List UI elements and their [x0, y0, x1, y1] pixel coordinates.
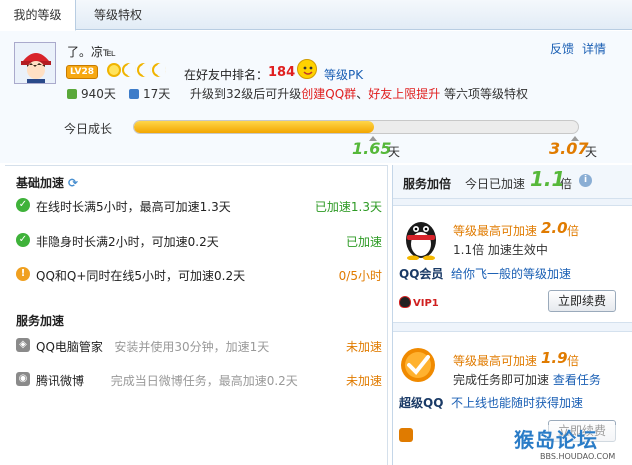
moon-icon	[122, 63, 136, 77]
current-growth-value: 1.65	[352, 139, 392, 158]
growth-progress-fill	[134, 121, 374, 133]
level-icons	[107, 63, 167, 79]
renew-member-button[interactable]: 立即续费	[548, 290, 616, 312]
detail-link[interactable]: 详情	[582, 40, 606, 57]
tab-level-privileges[interactable]: 等级特权	[90, 0, 146, 31]
max-growth-unit: 天	[585, 145, 598, 159]
super-max-label: 等级最高可加速	[453, 354, 538, 368]
moon-icon	[137, 63, 151, 77]
service-name[interactable]: 腾讯微博	[36, 374, 84, 388]
refresh-icon[interactable]: ⟳	[68, 176, 78, 190]
moon-icon	[152, 63, 166, 77]
watermark-url: BBS.HOUDAO.COM	[540, 452, 616, 461]
sun-icon	[107, 63, 121, 77]
privilege-friend-limit: 好友上限提升	[368, 87, 441, 101]
row-status: 未加速	[345, 340, 382, 354]
basic-row-visible: ✓ 非隐身时长满2小时，可加速0.2天 已加速	[16, 231, 382, 251]
row-status: 0/5小时	[338, 269, 382, 283]
basic-row-online: ✓ 在线时长满5小时，最高可加速1.3天 已加速1.3天	[16, 196, 382, 216]
tab-bar: 我的等级 等级特权	[0, 0, 632, 31]
member-max-label: 等级最高可加速	[453, 224, 538, 238]
qq-member-card: 等级最高可加速 2.0 倍 1.1倍 加速生效中 QQ会员 给你飞一般的等级加速…	[393, 205, 632, 323]
penguin-icon	[399, 296, 411, 308]
total-days-stat: 940天	[67, 85, 116, 102]
service-name[interactable]: QQ电脑管家	[36, 340, 103, 354]
calendar-icon	[67, 89, 77, 99]
rank-label: 在好友中排名：	[184, 68, 269, 82]
qq-member-link[interactable]: 给你飞一般的等级加速	[451, 265, 571, 282]
super-max-unit: 倍	[567, 354, 580, 368]
privilege-create-group: 创建QQ群	[301, 87, 357, 101]
clock-icon	[129, 89, 139, 99]
service-row-weibo: ◉ 腾讯微博 完成当日微博任务，最高加速0.2天 未加速	[16, 370, 382, 390]
level-pk-link[interactable]: 等级PK	[324, 66, 363, 83]
view-tasks-link[interactable]: 查看任务	[553, 373, 601, 387]
growth-progress-bar	[133, 120, 579, 134]
super-task-hint: 完成任务即可加速	[453, 373, 550, 387]
vip-badge: VIP1	[399, 296, 439, 309]
level-badge: LV28	[66, 65, 98, 79]
super-qq-badge-icon	[399, 428, 413, 442]
rank-value: 184	[268, 65, 296, 80]
shield-icon: ◈	[16, 338, 30, 352]
today-multiplier-unit: 倍	[560, 177, 573, 191]
super-max-value: 1.9	[541, 349, 568, 367]
check-icon: ✓	[16, 233, 30, 247]
service-acceleration-title: 服务加速	[16, 314, 65, 328]
warning-icon: !	[16, 267, 30, 281]
tab-my-level[interactable]: 我的等级	[0, 0, 76, 31]
feedback-link[interactable]: 反馈	[550, 40, 574, 57]
super-qq-name[interactable]: 超级QQ	[399, 394, 443, 411]
avatar-image	[15, 43, 55, 83]
today-growth-label: 今日成长	[64, 122, 113, 136]
penguin-icon	[406, 222, 436, 260]
row-status: 未加速	[345, 374, 382, 388]
member-status: 1.1倍 加速生效中	[453, 243, 548, 257]
weibo-icon: ◉	[16, 372, 30, 386]
avatar[interactable]	[14, 42, 56, 84]
acceleration-panel: 基础加速 ⟳ ✓ 在线时长满5小时，最高可加速1.3天 已加速1.3天 ✓ 非隐身…	[5, 165, 388, 465]
smiley-icon	[297, 59, 317, 79]
check-icon: ✓	[16, 198, 30, 212]
row-status: 已加速	[345, 235, 382, 249]
multiplier-panel: 服务加倍 今日已加速 1.1 倍 i 等级最高可加速 2.0 倍 1.1倍 加速…	[392, 165, 632, 465]
super-qq-icon	[401, 348, 435, 382]
multiplier-header: 服务加倍 今日已加速 1.1 倍 i	[393, 165, 632, 199]
watermark-logo: 猴岛论坛	[514, 428, 598, 452]
days-left-stat: 17天	[129, 85, 170, 102]
member-max-value: 2.0	[541, 219, 568, 237]
info-icon[interactable]: i	[579, 174, 592, 187]
current-growth-unit: 天	[388, 145, 401, 159]
basic-row-qqplus: ! QQ和Q+同时在线5小时，可加速0.2天 0/5小时	[16, 265, 382, 285]
service-row-pc-manager: ◈ QQ电脑管家 安装并使用30分钟，加速1天 未加速	[16, 336, 382, 356]
row-status: 已加速1.3天	[314, 200, 382, 214]
member-max-unit: 倍	[567, 224, 580, 238]
upgrade-hint: 升级到32级后可升级创建QQ群、好友上限提升 等六项等级特权	[190, 87, 529, 101]
profile-panel: 了。凉℡ LV28 在好友中排名： 184 等级PK 反馈 详情 940天 17…	[0, 31, 632, 163]
basic-acceleration-title: 基础加速 ⟳	[16, 176, 79, 190]
max-growth-value: 3.07	[549, 139, 589, 158]
multiplier-title: 服务加倍	[403, 177, 452, 191]
qq-member-name[interactable]: QQ会员	[399, 265, 443, 282]
super-qq-link[interactable]: 不上线也能随时获得加速	[451, 394, 583, 411]
nickname: 了。凉℡	[67, 45, 116, 59]
today-accelerated-label: 今日已加速	[465, 177, 526, 191]
